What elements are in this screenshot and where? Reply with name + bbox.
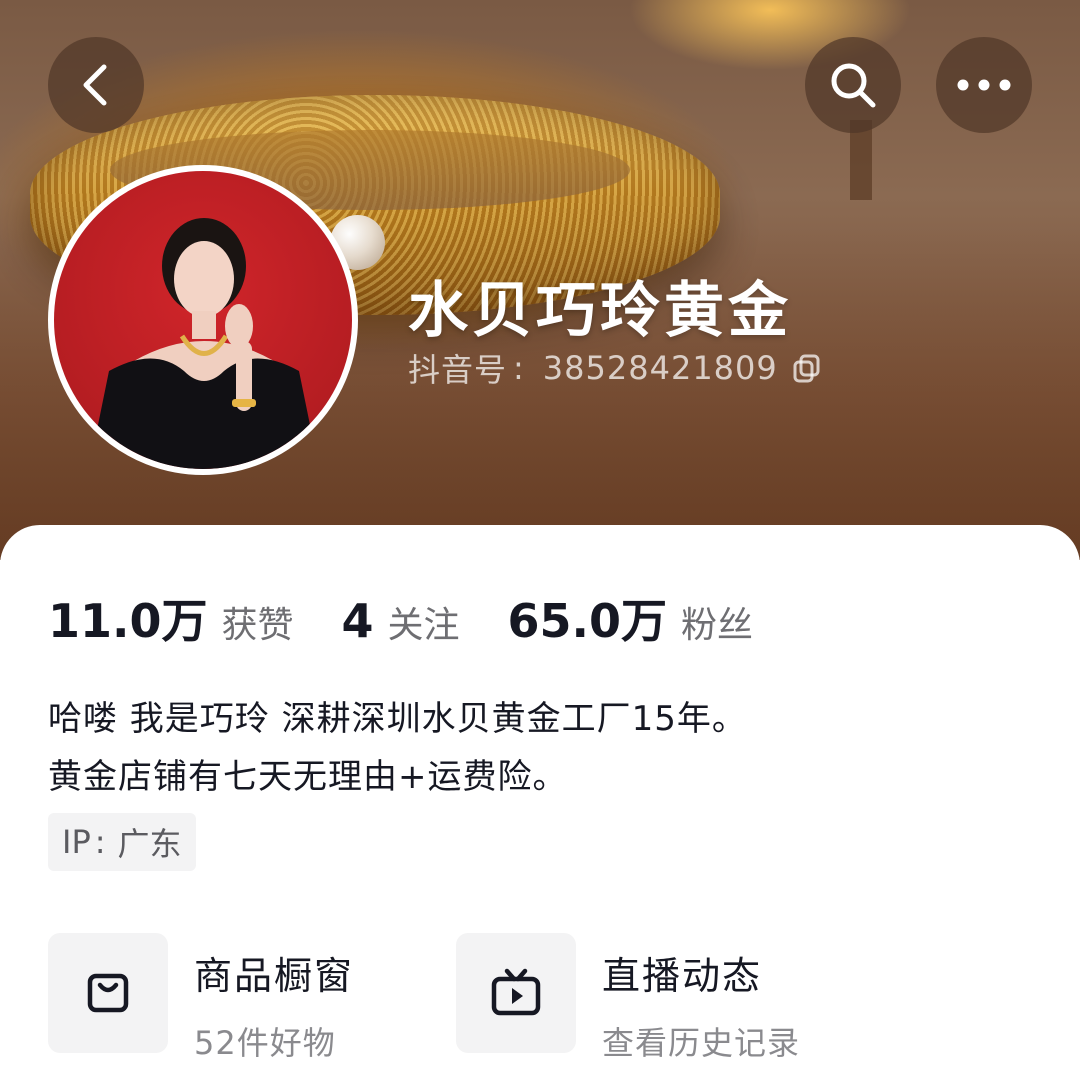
stat-followers-label: 粉丝 bbox=[681, 605, 754, 646]
douyin-id-label: 抖音号 bbox=[408, 351, 508, 389]
copy-icon[interactable] bbox=[792, 353, 822, 383]
stat-following[interactable]: 4 关注 bbox=[342, 594, 460, 648]
chevron-left-icon bbox=[83, 64, 107, 106]
search-button[interactable] bbox=[805, 37, 901, 133]
douyin-id-row[interactable]: 抖音号 : 38528421809 bbox=[408, 345, 822, 391]
back-button[interactable] bbox=[48, 37, 144, 133]
ip-value: 广东 bbox=[117, 825, 182, 863]
tv-play-icon bbox=[456, 933, 576, 1053]
stat-following-value: 4 bbox=[341, 594, 374, 648]
douyin-id-separator: : bbox=[513, 349, 525, 387]
stat-likes-label: 获赞 bbox=[221, 605, 294, 646]
stat-following-label: 关注 bbox=[387, 605, 460, 646]
shopping-bag-icon bbox=[48, 933, 168, 1053]
product-showcase-title: 商品橱窗 bbox=[194, 954, 355, 998]
ip-label: IP bbox=[62, 823, 91, 861]
ip-location-tag: IP : 广东 bbox=[48, 813, 196, 871]
douyin-id-value: 38528421809 bbox=[542, 349, 778, 387]
more-button[interactable] bbox=[936, 37, 1032, 133]
live-history-title: 直播动态 bbox=[602, 954, 763, 998]
stat-likes[interactable]: 11.0万 获赞 bbox=[48, 585, 294, 651]
avatar-portrait bbox=[89, 218, 319, 469]
stat-followers[interactable]: 65.0万 粉丝 bbox=[508, 585, 754, 651]
more-dots-icon bbox=[957, 79, 1011, 91]
stats-row: 11.0万 获赞 4 关注 65.0万 粉丝 bbox=[48, 585, 801, 651]
bio-line-1: 哈喽 我是巧玲 深耕深圳水贝黄金工厂15年。 bbox=[48, 699, 747, 739]
product-showcase-entry[interactable]: 商品橱窗 52件好物 bbox=[48, 933, 354, 1064]
ip-separator: : bbox=[94, 823, 106, 861]
stat-likes-value: 11.0万 bbox=[48, 594, 208, 648]
bio-line-2: 黄金店铺有七天无理由+运费险。 bbox=[48, 757, 568, 797]
profile-name: 水贝巧玲黄金 bbox=[408, 276, 792, 346]
search-icon bbox=[831, 63, 876, 108]
product-showcase-subtitle: 52件好物 bbox=[194, 1024, 336, 1062]
stat-followers-value: 65.0万 bbox=[507, 594, 668, 648]
avatar[interactable] bbox=[48, 165, 358, 475]
live-history-entry[interactable]: 直播动态 查看历史记录 bbox=[456, 933, 800, 1064]
profile-bio: 哈喽 我是巧玲 深耕深圳水贝黄金工厂15年。 黄金店铺有七天无理由+运费险。 bbox=[48, 690, 747, 806]
live-history-subtitle: 查看历史记录 bbox=[602, 1024, 801, 1062]
